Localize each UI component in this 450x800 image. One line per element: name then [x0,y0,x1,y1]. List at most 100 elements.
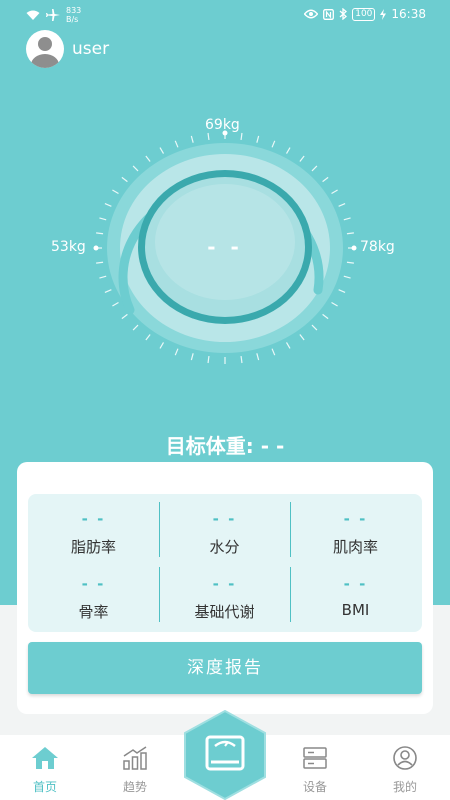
gauge-tick [256,353,260,361]
gauge-tick [145,155,151,162]
tab-home[interactable]: 首页 [0,735,90,800]
metrics-card: - - 脂肪率 - - 水分 - - 肌肉率 - - 骨率 - - 基础代谢 -… [17,462,433,714]
metric-label: 肌肉率 [332,538,378,556]
gauge-tick [346,232,354,235]
metric-bone-rate[interactable]: - - 骨率 [28,569,159,629]
gauge-tick [311,324,318,331]
bluetooth-icon [339,8,348,20]
gauge-tick [96,261,104,264]
metric-value: - - [343,575,368,593]
divider [290,567,291,622]
gauge-tick [331,301,338,307]
scale-icon [184,709,266,800]
clock: 16:38 [391,7,426,21]
gauge-tick [331,189,338,195]
metric-value: - - [81,575,106,593]
airplane-icon [46,9,60,21]
nfc-icon [323,8,335,20]
profile-icon [393,746,417,770]
gauge-tick [285,147,291,154]
tab-label: 首页 [32,780,57,794]
gauge-tick [311,165,318,172]
metric-bmi[interactable]: - - BMI [290,569,421,629]
gauge-tick [346,261,354,264]
metrics-grid: - - 脂肪率 - - 水分 - - 肌肉率 - - 骨率 - - 基础代谢 -… [28,494,422,632]
gauge-tick [299,334,305,341]
tab-profile[interactable]: 我的 [360,735,450,800]
gauge-tick [96,232,104,235]
current-weight: - - [207,235,243,259]
gauge-tick [112,189,119,195]
status-bar: 833 B/s 100 16:38 [0,0,450,30]
tab-device[interactable]: 设备 [270,735,360,800]
gauge-tick [207,132,210,141]
metric-fat-rate[interactable]: - - 脂肪率 [28,504,159,564]
wifi-icon [26,10,40,20]
speed-unit: B/s [66,15,79,24]
gauge-tick [207,355,210,364]
gauge-tick [256,135,260,143]
gauge-tick [338,203,346,207]
tab-label: 我的 [392,780,417,794]
metric-label: 水分 [209,538,240,556]
metric-water[interactable]: - - 水分 [159,504,290,564]
divider [290,502,291,557]
metric-value: - - [343,510,368,528]
gauge-tick [190,353,194,361]
avatar[interactable] [26,30,64,68]
gauge-tick [322,176,329,183]
battery-level: 100 [352,7,376,21]
tab-trend[interactable]: 趋势 [90,735,180,800]
gauge-tick [132,324,139,331]
metric-label: 基础代谢 [194,603,255,621]
home-icon [32,747,58,769]
gauge-tick [240,132,243,141]
divider [159,502,160,557]
weight-gauge: 69kg 53kg 78kg - - [0,110,450,370]
gauge-tick [343,217,351,221]
gauge-tick [343,275,351,279]
gauge-tick [99,217,107,221]
gauge-tick [285,342,291,349]
gauge-tick [174,140,179,148]
speed-value: 833 [66,6,82,15]
metric-label: 脂肪率 [70,538,116,556]
gauge-tick [322,313,329,320]
network-speed: 833 B/s [66,6,81,24]
gauge-tick [145,334,151,341]
gauge-tick [99,275,107,279]
gauge-tick [299,155,305,162]
gauge-tick [240,355,243,364]
tab-label: 设备 [302,780,327,794]
gauge-top-label: 69kg [205,117,240,133]
gauge-tick [174,348,179,356]
gauge-tick [190,135,194,143]
metric-label: BMI [341,601,370,619]
metric-muscle-rate[interactable]: - - 肌肉率 [290,504,421,564]
charging-icon [380,8,387,20]
user-profile[interactable]: user [26,30,109,68]
eye-icon [304,9,319,19]
deep-report-button[interactable]: 深度报告 [28,642,422,694]
tab-label: 趋势 [122,780,147,794]
metric-value: - - [212,575,237,593]
gauge-tick [271,140,276,148]
gauge-tick [121,313,128,320]
metric-value: - - [212,510,237,528]
gauge-tick [104,203,112,207]
divider [159,567,160,622]
gauge-tick [159,147,165,154]
username: user [72,39,110,59]
trend-icon [123,746,147,770]
gauge-tick [132,165,139,172]
weigh-button[interactable] [184,709,266,800]
gauge-tick [159,342,165,349]
gauge-tick [121,176,128,183]
gauge-tick [104,289,112,293]
device-icon [303,747,327,769]
metric-bmr[interactable]: - - 基础代谢 [159,569,290,629]
gauge-tick [112,301,119,307]
target-weight: 目标体重: - - [165,434,285,458]
gauge-tick [338,289,346,293]
metric-value: - - [81,510,106,528]
